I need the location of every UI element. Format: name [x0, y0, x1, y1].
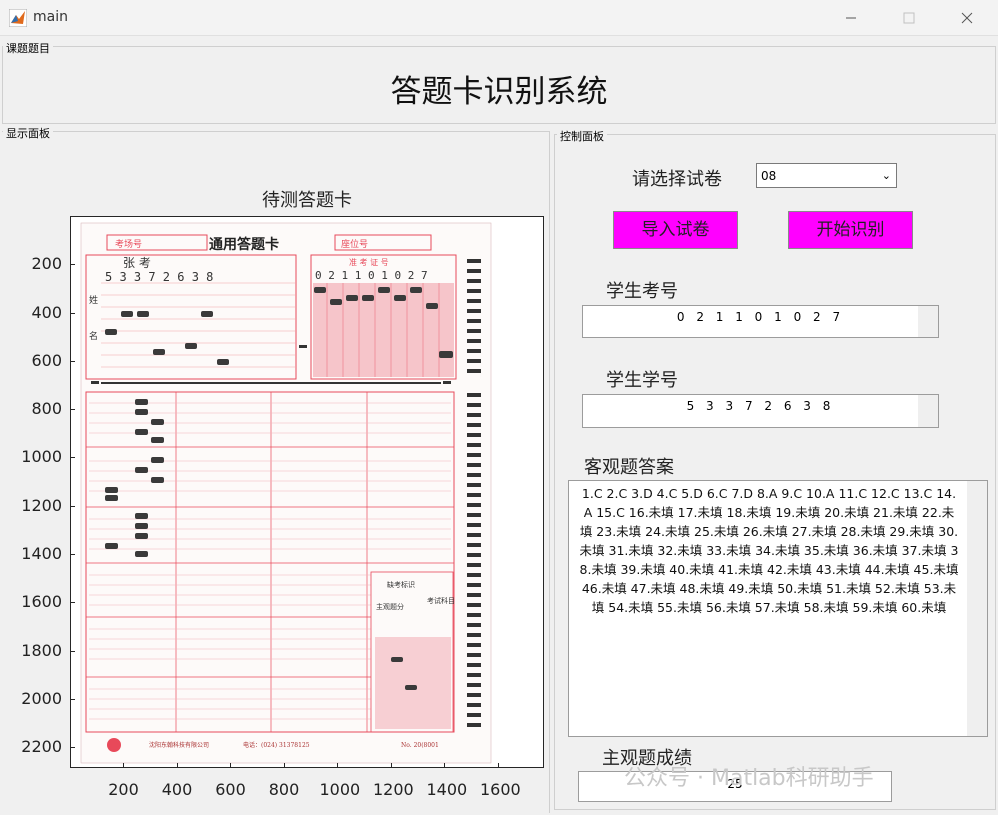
name-label-2: 名 — [89, 330, 98, 342]
x-tick-label: 200 — [108, 780, 139, 799]
maximize-button[interactable] — [886, 0, 932, 36]
x-tick-mark — [230, 763, 232, 768]
handwritten-name: 张 考 — [123, 256, 151, 270]
x-tick-mark — [444, 763, 446, 768]
y-tick-label: 2000 — [21, 688, 62, 708]
minimize-icon — [846, 17, 856, 19]
x-tick-label: 1600 — [479, 780, 521, 799]
handwritten-exam-digits: 0 2 1 1 0 1 0 2 7 — [315, 269, 428, 282]
y-tick-label: 1400 — [21, 544, 62, 564]
y-tick-mark — [70, 409, 75, 411]
x-tick-mark — [337, 763, 339, 768]
y-tick-mark — [70, 312, 75, 314]
topic-panel-label: 课题题目 — [3, 40, 53, 56]
start-recognition-button[interactable]: 开始识别 — [788, 211, 913, 249]
y-tick-mark — [70, 602, 75, 604]
select-paper-label: 请选择试卷 — [632, 169, 722, 190]
x-tick-mark — [390, 763, 392, 768]
y-tick-mark — [70, 650, 75, 652]
x-tick-mark — [283, 763, 285, 768]
name-label-1: 姓 — [89, 294, 98, 306]
maximize-icon — [903, 12, 915, 24]
footer-company: 沈阳东翰科技有限公司 — [149, 741, 209, 749]
exam-subject-label: 考试科目 — [427, 596, 455, 605]
x-tick-label: 1000 — [319, 780, 361, 799]
title-bar: main — [0, 0, 998, 36]
x-tick-label: 600 — [215, 780, 246, 799]
student-id-value: 5 3 3 7 2 6 3 8 — [686, 399, 835, 413]
y-tick-mark — [70, 747, 75, 749]
paper-select[interactable]: 08 ⌄ — [756, 163, 897, 188]
close-icon — [961, 12, 973, 24]
y-tick-label: 1200 — [21, 495, 62, 515]
footer-number: No. 20(8001 — [401, 742, 439, 749]
answer-card-image: 考场号 通用答题卡 座位号 姓 名 张 考 5 3 3 7 2 6 3 8 准 … — [80, 222, 492, 764]
x-tick-mark — [497, 763, 499, 768]
y-tick-mark — [70, 554, 75, 556]
y-tick-label: 1800 — [21, 640, 62, 660]
y-tick-label: 800 — [31, 399, 62, 419]
objective-answers-box[interactable]: 1.C 2.C 3.D 4.C 5.D 6.C 7.D 8.A 9.C 10.A… — [568, 480, 988, 737]
card-heading: 通用答题卡 — [209, 236, 279, 253]
x-tick-label: 1400 — [426, 780, 468, 799]
y-tick-mark — [70, 264, 75, 266]
x-tick-mark — [123, 763, 125, 768]
chevron-down-icon: ⌄ — [881, 169, 891, 182]
answer-card-axes: 考场号 通用答题卡 座位号 姓 名 张 考 5 3 3 7 2 6 3 8 准 … — [70, 216, 544, 768]
y-tick-label: 1000 — [21, 447, 62, 467]
window-title: main — [33, 9, 68, 25]
exam-number-scrollbar[interactable] — [918, 306, 938, 337]
footer-phone: 电话：(024) 31378125 — [243, 741, 310, 749]
paper-select-value: 08 — [761, 169, 777, 183]
minimize-button[interactable] — [828, 0, 874, 36]
objective-answers-scrollbar[interactable] — [967, 481, 987, 736]
x-tick-mark — [176, 763, 178, 768]
matlab-app-icon — [9, 9, 27, 27]
y-tick-mark — [70, 360, 75, 362]
student-id-field-label: 学生学号 — [606, 370, 678, 391]
exam-number-field[interactable]: 0 2 1 1 0 1 0 2 7 — [582, 305, 939, 338]
axes-title: 待测答题卡 — [262, 190, 352, 211]
student-id-field[interactable]: 5 3 3 7 2 6 3 8 — [582, 394, 939, 428]
control-panel-label: 控制面板 — [557, 128, 607, 144]
app-title: 答题卡识别系统 — [390, 74, 608, 110]
absence-mark-label: 缺考标识 — [387, 580, 415, 589]
close-button[interactable] — [944, 0, 990, 36]
display-panel-label: 显示面板 — [3, 125, 53, 141]
x-tick-label: 400 — [161, 780, 193, 799]
y-tick-label: 1600 — [21, 592, 62, 612]
subjective-score-label: 主观题分 — [376, 602, 404, 611]
handwritten-student-digits: 5 3 3 7 2 6 3 8 — [105, 270, 213, 284]
y-tick-label: 600 — [31, 350, 62, 370]
objective-answers-text: 1.C 2.C 3.D 4.C 5.D 6.C 7.D 8.A 9.C 10.A… — [579, 486, 959, 615]
y-tick-label: 200 — [31, 254, 62, 274]
y-tick-mark — [70, 698, 75, 700]
objective-answers-label: 客观题答案 — [584, 457, 674, 478]
import-paper-button[interactable]: 导入试卷 — [613, 211, 738, 249]
y-tick-label: 400 — [31, 302, 62, 322]
y-tick-mark — [70, 457, 75, 459]
exam-number-label: 准 考 证 号 — [349, 257, 389, 267]
exam-number-field-label: 学生考号 — [606, 281, 678, 302]
exam-room-label: 考场号 — [115, 239, 142, 250]
student-id-scrollbar[interactable] — [918, 395, 938, 427]
x-tick-label: 800 — [268, 780, 300, 799]
exam-number-value: 0 2 1 1 0 1 0 2 7 — [676, 310, 845, 324]
seat-label: 座位号 — [341, 238, 368, 250]
y-tick-mark — [70, 505, 75, 507]
watermark: 公众号 · Matlab科研助手 — [624, 766, 874, 791]
x-tick-label: 1200 — [372, 780, 414, 799]
y-tick-label: 2200 — [21, 737, 62, 757]
